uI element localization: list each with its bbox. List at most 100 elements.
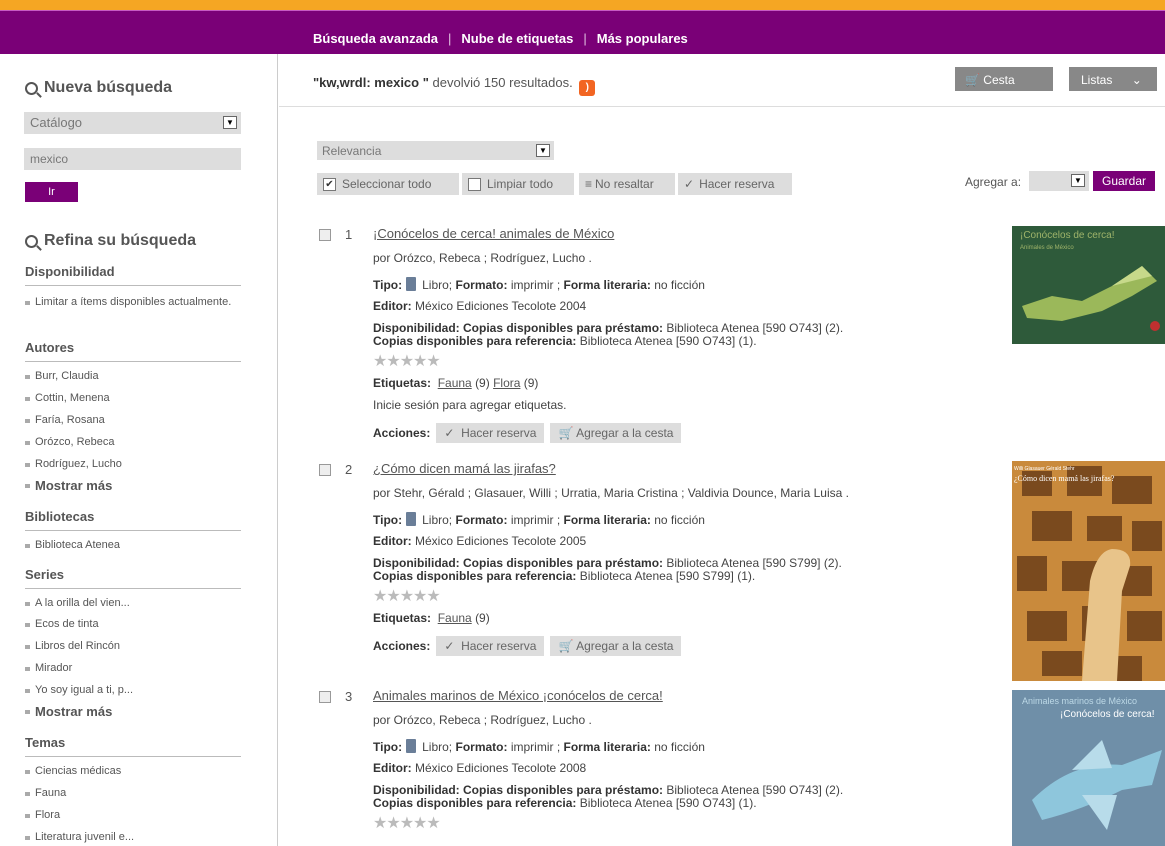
facet-item[interactable]: Orózco, Rebeca [25,436,241,449]
no-highlight-button[interactable]: ≡ No resaltar [579,173,675,195]
record-type: Tipo: Libro; Formato: imprimir ; Forma li… [373,512,705,527]
tag-count: (9) [475,376,490,390]
nav-advanced-search[interactable]: Búsqueda avanzada [313,31,438,46]
add-to-cart-action[interactable]: 🛒 Agregar a la cesta [550,636,682,656]
rating-stars[interactable]: ★★★★★ [373,586,441,606]
record-title[interactable]: Animales marinos de México ¡conócelos de… [373,688,663,703]
facet-item[interactable]: Mirador [25,662,241,675]
nav-most-popular[interactable]: Más populares [597,31,688,46]
chevron-down-icon: ▼ [536,144,550,157]
record-checkbox[interactable] [319,691,331,703]
catalog-select[interactable]: Catálogo ▼ [24,112,241,134]
refine-title: Refina su búsqueda [25,232,196,250]
record-tags: Etiquetas: Fauna (9) [373,611,490,625]
sidebar: Nueva búsqueda Catálogo ▼ mexico Ir Refi… [0,54,278,846]
search-icon [25,234,38,248]
top-accent-bar [0,0,1165,10]
cover-subtitle: ¡Conócelos de cerca! [1060,709,1155,720]
record-checkbox[interactable] [319,464,331,476]
lists-button[interactable]: Listas ⌄ [1069,67,1157,91]
tags-label: Etiquetas: [373,611,432,625]
add-to-cart-label: Agregar a la cesta [576,426,674,440]
nav-separator: | [448,31,452,46]
record-publisher: Editor: México Ediciones Tecolote 2005 [373,534,586,548]
add-to-select[interactable]: ▼ [1029,171,1089,191]
rating-stars[interactable]: ★★★★★ [373,813,441,833]
query-label: "kw,wrdl: mexico " [313,75,429,90]
place-hold-action[interactable]: ✓ Hacer reserva [436,423,545,443]
publisher-label: Editor: [373,299,412,313]
book-icon [406,739,417,753]
publisher-label: Editor: [373,761,412,775]
place-hold-label: Hacer reserva [699,177,775,191]
format-value: imprimir ; [510,513,561,527]
cart-button[interactable]: 🛒 Cesta [955,67,1053,91]
lists-label: Listas [1081,73,1113,87]
chevron-down-icon: ▼ [223,116,237,129]
record-title[interactable]: ¿Cómo dicen mamá las jirafas? [373,461,556,476]
facet-heading-libraries: Bibliotecas [25,509,241,531]
format-label: Formato: [455,740,508,754]
facet-item[interactable]: Burr, Claudia [25,370,241,383]
record-publisher: Editor: México Ediciones Tecolote 2004 [373,299,586,313]
record-reference: Copias disponibles para referencia: Bibl… [373,569,755,583]
facet-item[interactable]: Flora [25,809,241,822]
rss-icon[interactable]: ) [579,80,596,96]
facet-item[interactable]: Rodríguez, Lucho [25,458,241,471]
show-more-authors[interactable]: Mostrar más [25,479,241,492]
clear-all-button[interactable]: Limpiar todo [462,173,574,195]
select-all-label: Seleccionar todo [342,177,432,191]
add-to-cart-action[interactable]: 🛒 Agregar a la cesta [550,423,682,443]
facet-item[interactable]: Fauna [25,787,241,800]
type-value: Libro; [422,513,453,527]
rating-stars[interactable]: ★★★★★ [373,351,441,371]
facet-item[interactable]: Yo soy igual a ti, p... [25,684,241,697]
show-more-series[interactable]: Mostrar más [25,705,241,718]
search-input[interactable]: mexico [24,148,241,170]
facet-item[interactable]: A la orilla del vien... [25,597,241,610]
record-checkbox[interactable] [319,229,331,241]
record-reference: Copias disponibles para referencia: Bibl… [373,334,757,348]
save-button[interactable]: Guardar [1093,171,1155,191]
tags-label: Etiquetas: [373,376,432,390]
facet-item[interactable]: Cottin, Menena [25,392,241,405]
tag-link[interactable]: Fauna [438,376,472,390]
record-title[interactable]: ¡Conócelos de cerca! animales de México [373,226,614,241]
cart-icon: 🛒 [558,426,574,440]
refine-label: Refina su búsqueda [44,232,197,249]
go-button[interactable]: Ir [25,182,78,202]
sort-select[interactable]: Relevancia ▼ [317,141,554,160]
cover-image[interactable]: ¡Conócelos de cerca! Animales de México [1012,226,1165,344]
type-label: Tipo: [373,278,403,292]
select-all-button[interactable]: ✔ Seleccionar todo [317,173,459,195]
tag-link[interactable]: Fauna [438,611,472,625]
facet-item[interactable]: Limitar a ítems disponibles actualmente. [25,296,241,309]
tag-link[interactable]: Flora [493,376,520,390]
format-label: Formato: [455,278,508,292]
facet-heading-authors: Autores [25,340,241,362]
cover-image[interactable]: ¿Cómo dicen mamá las jirafas? Willi Glas… [1012,461,1165,681]
place-hold-button[interactable]: ✓ Hacer reserva [678,173,792,195]
results-main: "kw,wrdl: mexico " devolvió 150 resultad… [279,54,1165,846]
literary-form-label: Forma literaria: [563,513,651,527]
facet-item[interactable]: Biblioteca Atenea [25,539,241,552]
actions-label: Acciones: [373,426,431,440]
cart-label: Cesta [983,73,1015,87]
facet-item[interactable]: Ecos de tinta [25,618,241,631]
tag-count: (9) [523,376,539,390]
clear-all-label: Limpiar todo [487,177,554,191]
facet-item[interactable]: Literatura juvenil e... [25,831,241,844]
facet-item[interactable]: Faría, Rosana [25,414,241,427]
availability-value: Biblioteca Atenea [590 O743] (2). [666,321,844,335]
literary-form-label: Forma literaria: [563,740,651,754]
facet-item[interactable]: Libros del Rincón [25,640,241,653]
availability-label: Disponibilidad: Copias disponibles para … [373,783,664,797]
reference-label: Copias disponibles para referencia: [373,569,577,583]
facet-item[interactable]: Ciencias médicas [25,765,241,778]
publisher-value: México Ediciones Tecolote 2004 [415,299,587,313]
nav-tag-cloud[interactable]: Nube de etiquetas [461,31,573,46]
place-hold-action[interactable]: ✓ Hacer reserva [436,636,545,656]
cover-image[interactable]: Animales marinos de México ¡Conócelos de… [1012,690,1165,846]
reference-value: Biblioteca Atenea [590 S799] (1). [579,569,756,583]
availability-label: Disponibilidad: Copias disponibles para … [373,556,664,570]
